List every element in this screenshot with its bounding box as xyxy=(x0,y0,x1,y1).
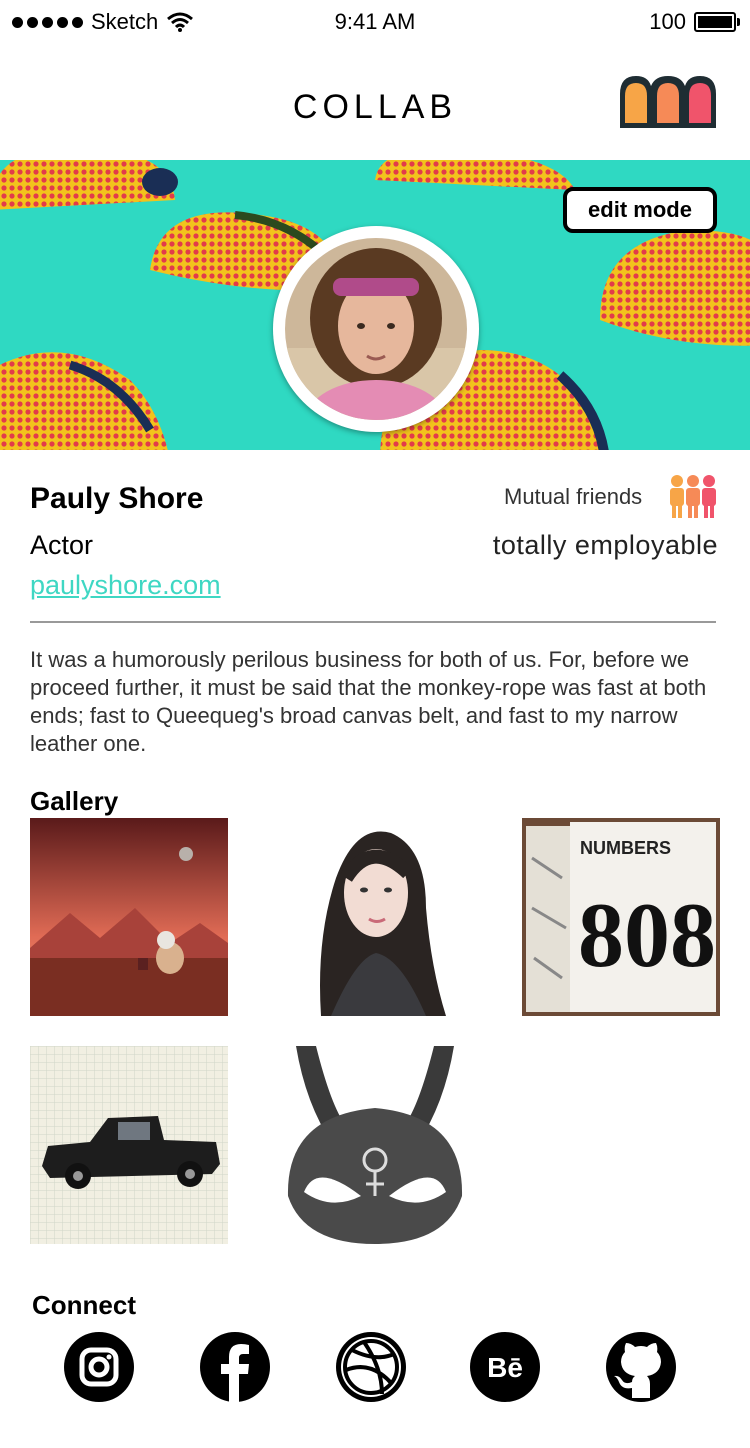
numbers-sketch-digits: 808 xyxy=(578,884,716,986)
gallery-item-rabbit-mask[interactable] xyxy=(276,1046,474,1244)
status-right: 100 xyxy=(649,9,740,35)
connect-title: Connect xyxy=(32,1290,136,1320)
status-bar: Sketch 9:41 AM 100 xyxy=(0,0,750,44)
dribbble-glyph xyxy=(341,1337,401,1397)
rabbit-mask-image xyxy=(276,1046,474,1244)
gallery-item-truck[interactable] xyxy=(30,1046,228,1244)
numbers-sketch-image: NUMBERS 808 xyxy=(522,818,720,1016)
avatar[interactable] xyxy=(273,226,479,432)
gallery-title: Gallery xyxy=(30,786,119,816)
behance-glyph: Bē xyxy=(487,1352,523,1383)
behance-label: Bē xyxy=(487,1352,523,1383)
gallery-item-numbers-sketch[interactable]: NUMBERS 808 xyxy=(522,818,720,1016)
github-glyph xyxy=(614,1343,661,1398)
mars-painting-image xyxy=(30,818,228,1016)
dribbble-icon[interactable] xyxy=(336,1332,406,1402)
numbers-sketch-label: NUMBERS xyxy=(580,838,671,858)
gallery-item-portrait[interactable] xyxy=(276,818,474,1016)
collab-logo-icon[interactable] xyxy=(618,74,718,128)
instagram-glyph xyxy=(79,1347,119,1387)
profile-website-link[interactable]: paulyshore.com xyxy=(30,570,221,601)
instagram-icon[interactable] xyxy=(64,1332,134,1402)
portrait-image xyxy=(276,818,474,1016)
mutual-friends-icon[interactable] xyxy=(667,474,719,520)
gallery-item-mars-painting[interactable] xyxy=(30,818,228,1016)
status-time: 9:41 AM xyxy=(334,9,416,34)
profile-status: totally employable xyxy=(492,530,718,560)
github-icon[interactable] xyxy=(606,1332,676,1402)
battery-icon xyxy=(694,12,740,32)
profile-occupation: Actor xyxy=(30,530,94,560)
profile-bio: It was a humorously perilous business fo… xyxy=(30,647,707,756)
mutual-friends-label[interactable]: Mutual friends xyxy=(504,484,642,510)
behance-icon[interactable]: Bē xyxy=(470,1332,540,1402)
truck-image xyxy=(30,1046,228,1244)
battery-percent: 100 xyxy=(649,9,686,34)
facebook-icon[interactable] xyxy=(200,1332,270,1402)
edit-mode-button[interactable]: edit mode xyxy=(563,187,717,233)
facebook-glyph xyxy=(221,1344,249,1402)
profile-name: Pauly Shore xyxy=(30,482,204,515)
profile-photo xyxy=(285,238,467,420)
divider xyxy=(30,621,716,623)
